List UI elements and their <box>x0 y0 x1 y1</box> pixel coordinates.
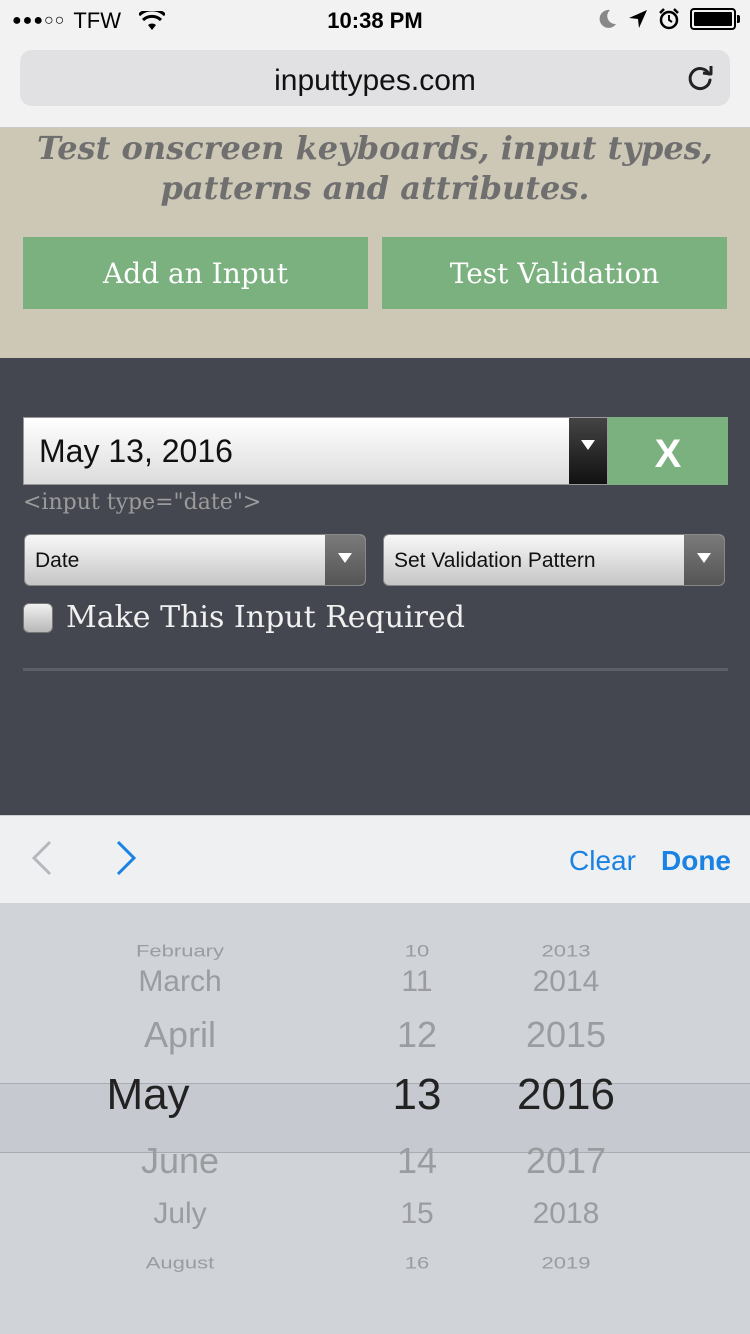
picker-year-option[interactable]: 2016 <box>517 1070 615 1120</box>
chevron-down-icon <box>581 440 595 450</box>
picker-day-option[interactable]: 15 <box>400 1197 433 1231</box>
picker-day-option[interactable]: 12 <box>397 1014 437 1056</box>
status-bar: ●●●○○ TFW 10:38 PM <box>0 0 750 40</box>
done-button[interactable]: Done <box>661 845 731 877</box>
required-label[interactable]: Make This Input Required <box>66 600 465 635</box>
select-arrow <box>325 535 365 585</box>
picker-day-option[interactable]: 16 <box>405 1253 429 1273</box>
required-checkbox[interactable] <box>23 602 53 633</box>
moon-icon <box>599 9 616 28</box>
picker-day-option[interactable]: 11 <box>401 965 432 999</box>
validation-pattern-select-value: Set Validation Pattern <box>394 549 596 572</box>
picker-year-option[interactable]: 2018 <box>533 1197 600 1231</box>
picker-year-option[interactable]: 2017 <box>526 1140 606 1182</box>
test-validation-button[interactable]: Test Validation <box>382 237 727 309</box>
picker-month-option[interactable]: March <box>138 965 221 999</box>
picker-day-option[interactable]: 14 <box>397 1140 437 1182</box>
chevron-down-icon <box>338 553 352 563</box>
picker-month-option[interactable]: February <box>136 941 224 961</box>
chevron-down-icon <box>697 553 711 563</box>
picker-year-option[interactable]: 2019 <box>542 1253 591 1273</box>
date-input-value: May 13, 2016 <box>39 433 233 469</box>
required-row: Make This Input Required <box>23 600 465 635</box>
alarm-clock-icon <box>659 8 679 30</box>
picker-day-option[interactable]: 13 <box>393 1070 442 1120</box>
clear-button[interactable]: Clear <box>569 845 636 877</box>
keyboard-accessory-bar: Clear Done <box>0 815 750 903</box>
date-input[interactable]: May 13, 2016 <box>23 417 608 485</box>
previous-field-icon[interactable] <box>28 838 56 878</box>
picker-month-option[interactable]: August <box>146 1253 215 1273</box>
picker-day-option[interactable]: 10 <box>405 941 429 961</box>
input-type-select[interactable]: Date <box>24 534 366 586</box>
url-text: inputtypes.com <box>274 64 476 97</box>
input-type-select-value: Date <box>35 549 80 572</box>
picker-year-option[interactable]: 2014 <box>533 965 600 999</box>
picker-month-option[interactable]: April <box>144 1014 216 1056</box>
add-input-button[interactable]: Add an Input <box>23 237 368 309</box>
divider <box>23 668 728 671</box>
validation-pattern-select[interactable]: Set Validation Pattern <box>383 534 725 586</box>
reload-icon[interactable] <box>684 62 716 94</box>
input-code-caption: <input type="date"> <box>23 490 262 515</box>
address-field[interactable]: inputtypes.com <box>20 50 730 106</box>
next-field-icon[interactable] <box>112 838 140 878</box>
date-picker-wheel[interactable]: February March April May June July August 10 11 1… <box>0 903 750 1334</box>
remove-input-button[interactable]: X <box>608 417 728 485</box>
tagline-line-2: patterns and attributes. <box>160 169 590 207</box>
picker-month-option[interactable]: July <box>153 1197 206 1231</box>
picker-year-option[interactable]: 2013 <box>542 941 591 961</box>
input-panel: May 13, 2016 X <input type="date"> Date … <box>0 358 750 815</box>
status-right <box>596 8 740 30</box>
picker-month-option[interactable]: June <box>141 1140 219 1182</box>
location-arrow-icon <box>629 10 647 28</box>
tagline-line-1: Test onscreen keyboards, input types, <box>37 129 713 167</box>
battery-icon <box>690 8 740 30</box>
browser-url-bar: inputtypes.com <box>0 40 750 128</box>
picker-month-option[interactable]: May <box>106 1070 189 1120</box>
picker-year-option[interactable]: 2015 <box>526 1014 606 1056</box>
site-header: Test onscreen keyboards, input types, pa… <box>0 128 750 358</box>
tagline: Test onscreen keyboards, input types, pa… <box>20 128 730 208</box>
date-dropdown-arrow[interactable] <box>569 418 607 484</box>
select-arrow <box>684 535 724 585</box>
